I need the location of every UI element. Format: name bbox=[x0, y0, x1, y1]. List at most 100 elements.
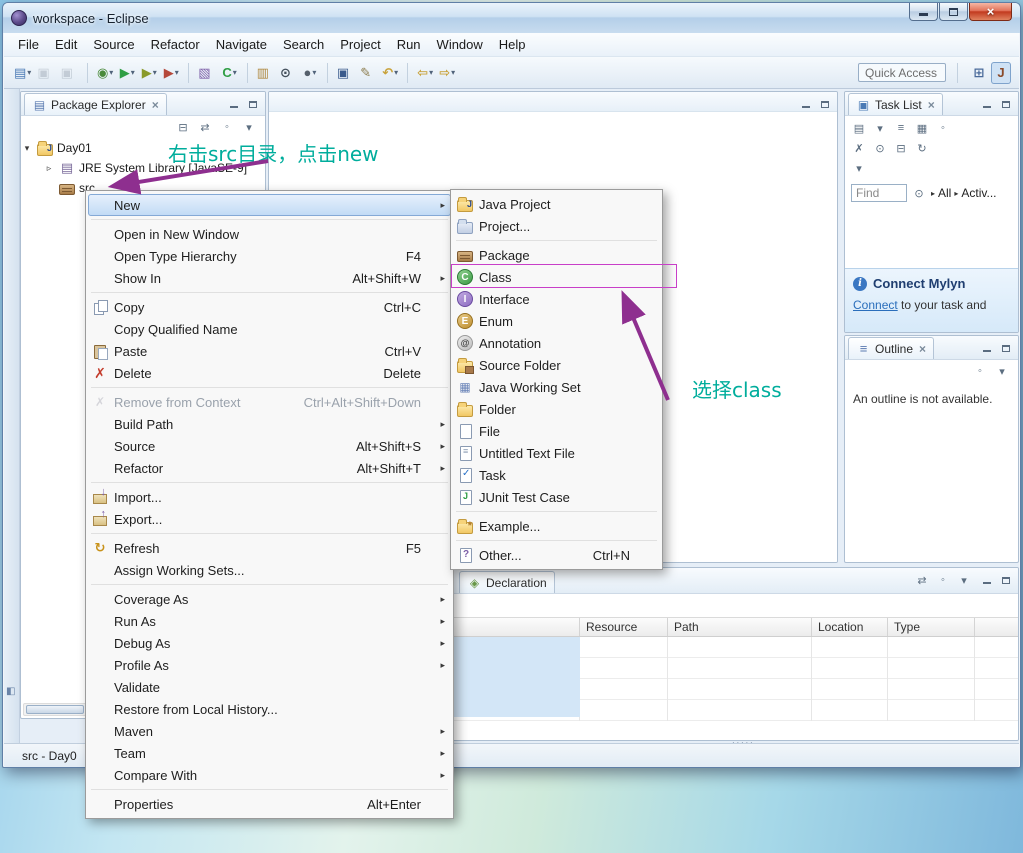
window-maximize-button[interactable] bbox=[939, 3, 968, 21]
tab-package-explorer[interactable]: Package Explorer × bbox=[24, 93, 167, 115]
connect-link[interactable]: Connect bbox=[853, 298, 898, 312]
maximize-view-button[interactable] bbox=[245, 97, 261, 111]
dropdown-caret-icon[interactable]: ▾ bbox=[233, 68, 237, 77]
close-icon[interactable]: × bbox=[152, 98, 159, 112]
menu-item[interactable]: Remove from Context Ctrl+Alt+Shift+Down … bbox=[88, 391, 451, 413]
menu-item[interactable]: Java Project ▸ bbox=[453, 193, 660, 215]
new-class-button[interactable]: C ▾ bbox=[220, 62, 240, 84]
back-button[interactable]: ⇦ ▾ bbox=[415, 62, 435, 84]
dropdown-caret-icon[interactable]: ▾ bbox=[153, 68, 157, 77]
menu-item[interactable]: Annotation ▸ bbox=[453, 332, 660, 354]
twistie-icon[interactable]: ▾ bbox=[21, 143, 33, 154]
menu-item[interactable]: Project... ▸ bbox=[453, 215, 660, 237]
menu-item[interactable]: Coverage As ▸ bbox=[88, 588, 451, 610]
menubar-item[interactable]: Refactor bbox=[143, 35, 208, 54]
activate-task-button[interactable]: ● ▾ bbox=[300, 62, 320, 84]
categorized-presentation-icon[interactable]: ≡ bbox=[893, 120, 909, 136]
view-menu-icon[interactable]: ▾ bbox=[851, 160, 867, 176]
maximize-view-button[interactable] bbox=[998, 341, 1014, 355]
menubar-item[interactable]: Source bbox=[85, 35, 142, 54]
menu-item[interactable]: New ▸ bbox=[88, 194, 451, 216]
java-perspective-button[interactable]: J bbox=[991, 61, 1011, 84]
menu-item[interactable]: Maven ▸ bbox=[88, 720, 451, 742]
scrollbar-thumb[interactable] bbox=[26, 705, 84, 714]
annotation-nav-button[interactable]: ✎ ▾ bbox=[358, 62, 378, 84]
dropdown-caret-icon[interactable]: ▾ bbox=[109, 68, 113, 77]
view-menu-icon[interactable]: ▾ bbox=[241, 119, 257, 135]
menu-item[interactable]: Validate ▸ bbox=[88, 676, 451, 698]
forward-button[interactable]: ⇨ ▾ bbox=[437, 62, 457, 84]
maximize-editor-button[interactable] bbox=[817, 97, 833, 111]
expand-arrow-icon[interactable]: ▸ bbox=[954, 189, 958, 198]
search-button[interactable]: ⊙ ▾ bbox=[278, 62, 298, 84]
save-all-button[interactable]: ▣ ▾ bbox=[59, 62, 80, 84]
menubar-item[interactable]: Edit bbox=[47, 35, 85, 54]
delete-task-icon[interactable]: ✗ bbox=[851, 140, 867, 156]
menu-item[interactable]: Copy Ctrl+C ▸ bbox=[88, 296, 451, 318]
dropdown-caret-icon[interactable]: ▾ bbox=[451, 68, 455, 77]
view-menu-icon[interactable]: ▾ bbox=[994, 363, 1010, 379]
quick-access-input[interactable] bbox=[858, 63, 946, 82]
minimize-view-button[interactable] bbox=[979, 573, 995, 587]
save-button[interactable]: ▣ ▾ bbox=[35, 62, 56, 84]
view-menu-icon[interactable]: ▾ bbox=[956, 572, 972, 588]
menu-item[interactable]: JUnit Test Case ▸ bbox=[453, 486, 660, 508]
column-header[interactable]: Location bbox=[812, 618, 888, 636]
menu-item[interactable]: Interface ▸ bbox=[453, 288, 660, 310]
menu-item[interactable]: Profile As ▸ bbox=[88, 654, 451, 676]
menu-item[interactable]: Java Working Set ▸ bbox=[453, 376, 660, 398]
menu-item[interactable]: Restore from Local History... ▸ bbox=[88, 698, 451, 720]
title-bar[interactable]: workspace - Eclipse × bbox=[3, 3, 1020, 33]
open-jar-button[interactable]: ▥ ▾ bbox=[255, 62, 276, 84]
run-external-button[interactable]: ▶ ▾ bbox=[161, 62, 181, 84]
scheduled-presentation-icon[interactable]: ▦ bbox=[914, 120, 930, 136]
column-header[interactable]: Resource bbox=[580, 618, 668, 636]
minimize-view-button[interactable] bbox=[979, 97, 995, 111]
expand-arrow-icon[interactable]: ▸ bbox=[931, 189, 935, 198]
run-button[interactable]: ▶ ▾ bbox=[117, 62, 137, 84]
twistie-icon[interactable]: ▹ bbox=[43, 163, 55, 174]
menubar-item[interactable]: Window bbox=[429, 35, 491, 54]
menu-item[interactable]: Delete Delete ▸ bbox=[88, 362, 451, 384]
dropdown-caret-icon[interactable]: ▾ bbox=[131, 68, 135, 77]
link-with-editor-icon[interactable]: ⇄ bbox=[197, 119, 213, 135]
menu-item[interactable]: Debug As ▸ bbox=[88, 632, 451, 654]
menu-item[interactable]: Open in New Window ▸ bbox=[88, 223, 451, 245]
menu-item[interactable]: Other... Ctrl+N ▸ bbox=[453, 544, 660, 566]
new-java-project-button[interactable]: ▧ ▾ bbox=[196, 62, 217, 84]
tab-task-list[interactable]: Task List × bbox=[848, 93, 943, 115]
maximize-view-button[interactable] bbox=[998, 97, 1014, 111]
window-minimize-button[interactable] bbox=[909, 3, 938, 21]
menubar-item[interactable]: Run bbox=[389, 35, 429, 54]
new-task-icon[interactable]: ▤ bbox=[851, 120, 867, 136]
menu-item[interactable]: Package ▸ bbox=[453, 244, 660, 266]
overflow-icon[interactable]: ◦ bbox=[935, 120, 951, 136]
minimize-editor-button[interactable] bbox=[798, 97, 814, 111]
menu-item[interactable]: Build Path ▸ bbox=[88, 413, 451, 435]
menu-item[interactable]: Refresh F5 ▸ bbox=[88, 537, 451, 559]
console-button[interactable]: ▣ ▾ bbox=[335, 62, 356, 84]
menu-item[interactable]: Enum ▸ bbox=[453, 310, 660, 332]
menu-item[interactable]: Folder ▸ bbox=[453, 398, 660, 420]
menubar-item[interactable]: Search bbox=[275, 35, 332, 54]
search-tasks-icon[interactable]: ⊙ bbox=[872, 140, 888, 156]
menubar-item[interactable]: Project bbox=[332, 35, 388, 54]
menubar-item[interactable]: Help bbox=[491, 35, 534, 54]
dropdown-caret-icon[interactable]: ▾ bbox=[429, 68, 433, 77]
fast-view-icon[interactable]: ◧ bbox=[6, 686, 15, 697]
maximize-view-button[interactable] bbox=[998, 573, 1014, 587]
menu-item[interactable]: Source Alt+Shift+S ▸ bbox=[88, 435, 451, 457]
collapse-all-icon[interactable]: ⊟ bbox=[175, 119, 191, 135]
menu-item[interactable]: Properties Alt+Enter ▸ bbox=[88, 793, 451, 815]
dropdown-caret-icon[interactable]: ▾ bbox=[312, 68, 316, 77]
minimize-view-button[interactable] bbox=[226, 97, 242, 111]
menu-item[interactable]: Refactor Alt+Shift+T ▸ bbox=[88, 457, 451, 479]
menu-item[interactable]: Show In Alt+Shift+W ▸ bbox=[88, 267, 451, 289]
menu-item[interactable]: Paste Ctrl+V ▸ bbox=[88, 340, 451, 362]
menu-item[interactable]: Task ▸ bbox=[453, 464, 660, 486]
window-close-button[interactable]: × bbox=[969, 3, 1012, 21]
menu-item[interactable]: Run As ▸ bbox=[88, 610, 451, 632]
filter-all[interactable]: All bbox=[938, 186, 951, 200]
new-button[interactable]: ▤ ▾ bbox=[12, 62, 33, 84]
menu-item[interactable]: Open Type Hierarchy F4 ▸ bbox=[88, 245, 451, 267]
